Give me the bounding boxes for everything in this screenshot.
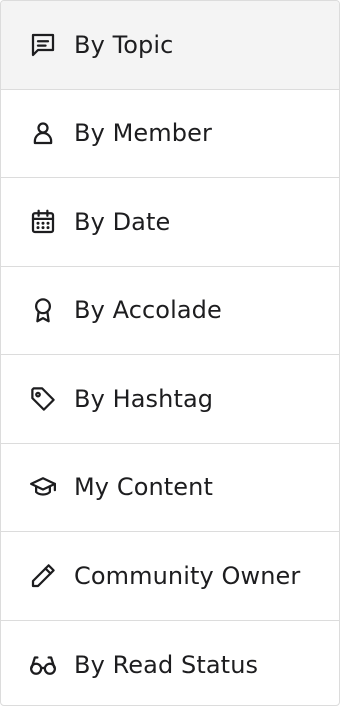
menu-item-label: By Date	[74, 207, 171, 236]
menu-item-by-member[interactable]: By Member	[1, 90, 339, 178]
calendar-icon	[27, 206, 59, 238]
menu-item-by-hashtag[interactable]: By Hashtag	[1, 355, 339, 444]
menu-item-label: My Content	[74, 473, 213, 502]
menu-item-by-date[interactable]: By Date	[1, 178, 339, 267]
menu-item-label: Community Owner	[74, 561, 301, 590]
chat-icon	[27, 29, 59, 61]
pencil-icon	[27, 560, 59, 592]
menu-item-community-owner[interactable]: Community Owner	[1, 532, 339, 621]
menu-item-by-read-status[interactable]: By Read Status	[1, 621, 339, 706]
menu-item-my-content[interactable]: My Content	[1, 444, 339, 532]
person-icon	[27, 117, 59, 149]
tag-icon	[27, 383, 59, 415]
graduation-cap-icon	[27, 471, 59, 503]
menu-item-label: By Read Status	[74, 650, 259, 679]
menu-item-label: By Topic	[74, 30, 174, 59]
menu-item-label: By Hashtag	[74, 384, 214, 413]
menu-item-label: By Member	[74, 119, 212, 148]
menu-item-by-accolade[interactable]: By Accolade	[1, 267, 339, 355]
glasses-icon	[27, 649, 59, 681]
menu-item-by-topic[interactable]: By Topic	[1, 1, 339, 90]
award-ribbon-icon	[27, 294, 59, 326]
menu-item-label: By Accolade	[74, 296, 222, 325]
filter-menu: By Topic By Member By Date By Accolade B…	[0, 0, 340, 706]
